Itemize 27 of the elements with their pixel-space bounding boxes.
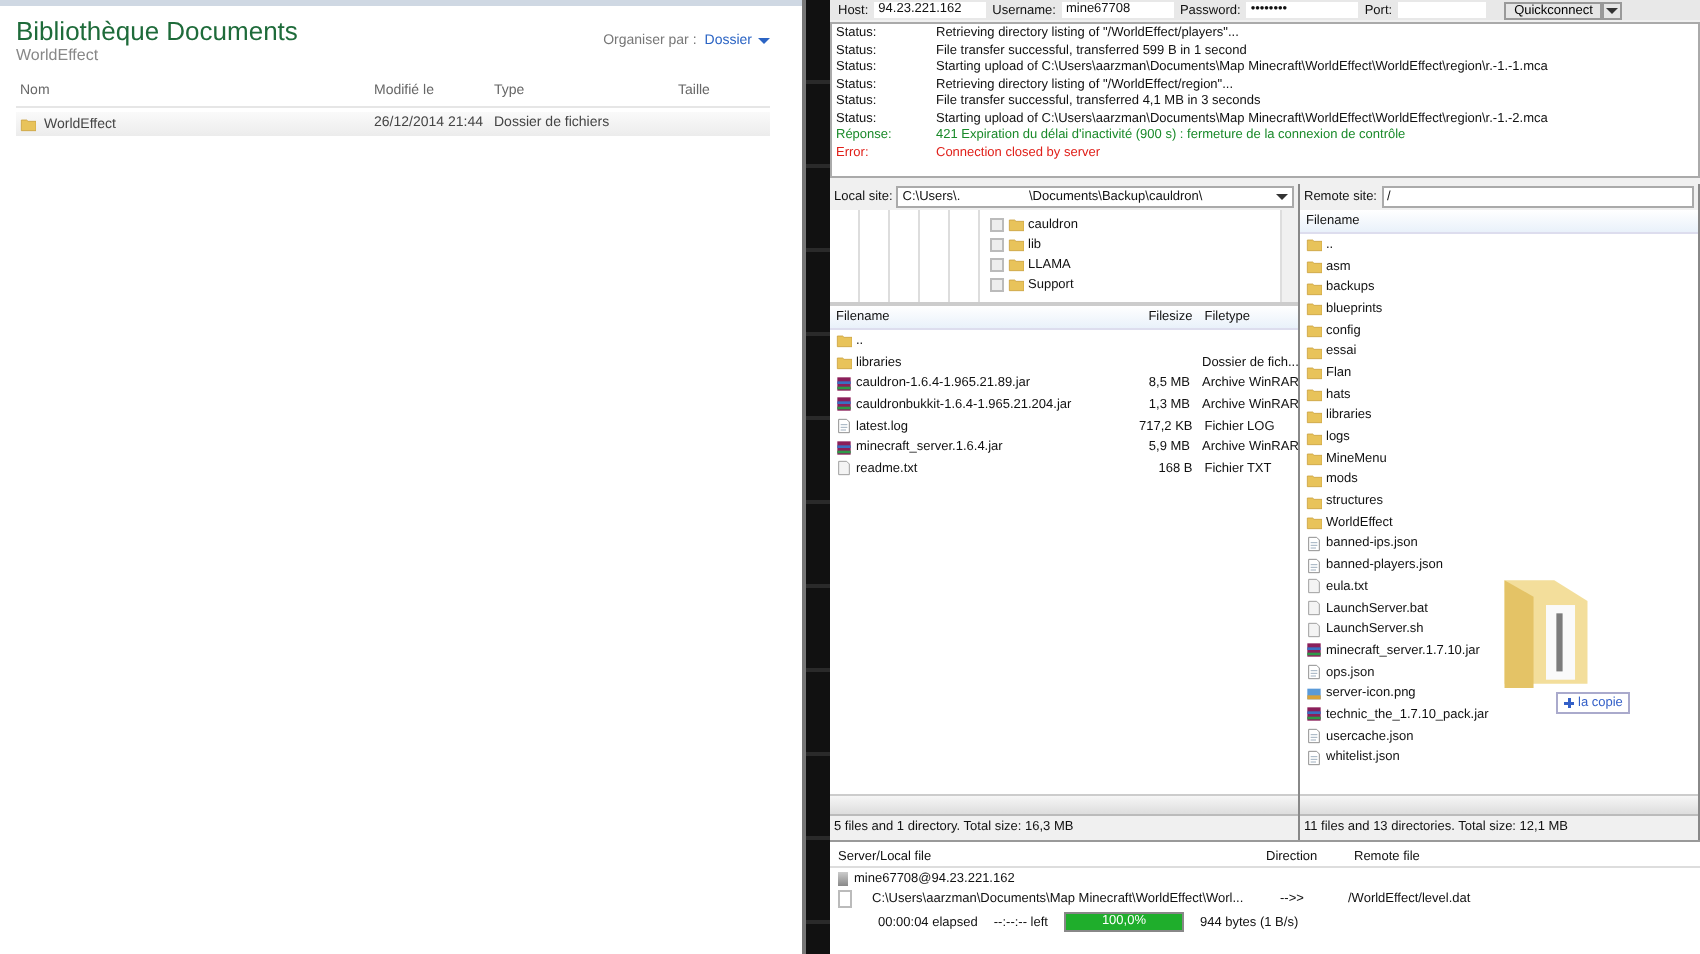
server-icon xyxy=(838,872,848,886)
caret-icon xyxy=(1276,194,1288,200)
folder-icon xyxy=(20,116,36,132)
archive-icon xyxy=(1306,642,1322,659)
archive-icon xyxy=(836,396,852,413)
document-icon xyxy=(1306,664,1322,681)
image-file-icon xyxy=(1306,685,1322,702)
document-icon xyxy=(1306,535,1322,552)
scrollbar[interactable] xyxy=(1300,794,1698,814)
archive-icon xyxy=(836,439,852,456)
library-subtitle: WorldEffect xyxy=(16,46,101,64)
caret-icon xyxy=(758,38,770,44)
document-icon xyxy=(836,418,852,435)
file-icon xyxy=(838,890,852,908)
caret-icon xyxy=(1606,7,1619,13)
archive-icon xyxy=(836,375,852,392)
dropdown-button[interactable] xyxy=(1602,1,1623,19)
archive-icon xyxy=(1306,706,1322,723)
library-title: Bibliothèque Documents xyxy=(16,16,298,46)
document-icon xyxy=(1306,728,1322,745)
scrollbar[interactable] xyxy=(1280,210,1298,302)
scrollbar[interactable] xyxy=(830,794,1298,814)
file-icon xyxy=(836,460,852,477)
document-icon xyxy=(1306,749,1322,766)
folder-icon xyxy=(1500,576,1592,688)
plus-icon xyxy=(1564,698,1574,708)
document-icon xyxy=(1306,557,1322,574)
